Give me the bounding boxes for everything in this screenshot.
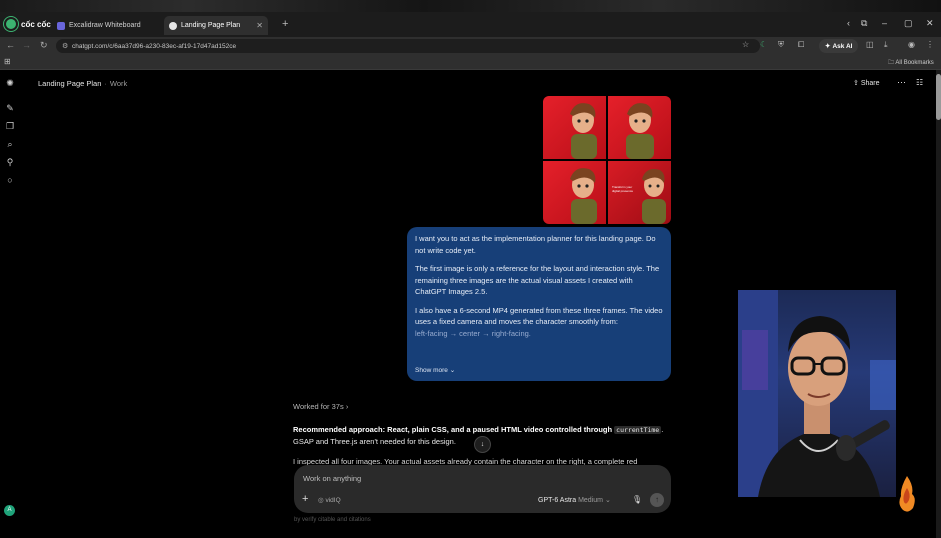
attached-image-1[interactable] [543, 96, 606, 159]
project-label[interactable]: Work [110, 79, 127, 88]
search-icon[interactable]: ⌕ [5, 139, 15, 150]
share-button[interactable]: ⇪ Share [853, 79, 880, 87]
user-message-bubble: I want you to act as the implementation … [407, 227, 671, 381]
inline-code: currentTime [614, 426, 662, 434]
all-bookmarks-label: All Bookmarks [895, 60, 934, 66]
scroll-down-button[interactable]: ↓ [474, 436, 491, 453]
presenter-video [738, 290, 896, 497]
pin-icon[interactable]: ⚲ [5, 157, 15, 168]
chevron-down-icon: ⌄ [604, 497, 611, 504]
chatgpt-favicon-icon [169, 21, 177, 30]
user-avatar[interactable]: A [4, 505, 15, 516]
bookmarks-bar: ⊞ 🗀 All Bookmarks [0, 55, 941, 70]
folder-icon: 🗀 [888, 60, 895, 66]
breadcrumb: Landing Page Plan · Work [38, 79, 128, 88]
vidiq-icon: ◎ [318, 497, 324, 504]
bookmark-star-icon[interactable]: ☆ [742, 40, 749, 49]
ask-ai-button[interactable]: ✦ Ask AI [819, 39, 859, 53]
character-illustration [570, 168, 597, 224]
browser-brand[interactable]: cốc cốc [4, 17, 51, 31]
send-button[interactable]: ↑ [650, 493, 664, 507]
microphone-icon[interactable]: 🎙 [632, 495, 642, 504]
reload-icon[interactable]: ↻ [40, 40, 48, 51]
ask-ai-label: Ask AI [832, 42, 853, 50]
canvas-toggle-icon[interactable]: ☷ [916, 78, 923, 87]
maximize-icon[interactable]: ▢ [904, 18, 913, 29]
footer-disclaimer: by verify citable and citations [294, 517, 371, 523]
chevron-right-icon: › [345, 402, 349, 411]
show-more-label: Show more [415, 367, 448, 374]
page-title[interactable]: Landing Page Plan [38, 79, 101, 88]
response-text: GSAP and Three.js aren't needed for this… [293, 437, 456, 446]
attached-image-4[interactable]: Transform your digital presence [608, 161, 671, 224]
chevron-down-icon: ⌄ [449, 367, 456, 374]
character-illustration [570, 103, 597, 159]
share-icon: ⇪ [853, 80, 859, 87]
model-selector[interactable]: GPT-6 Astra Medium ⌄ [538, 496, 611, 504]
scrollbar-thumb[interactable] [936, 74, 941, 120]
reference-headline: Transform your digital presence [612, 185, 634, 193]
menu-icon[interactable]: ⋮ [926, 40, 934, 49]
composer: Work on anything + ◎ vidIQ GPT-6 Astra M… [294, 465, 671, 513]
all-bookmarks-button[interactable]: 🗀 All Bookmarks [888, 58, 934, 68]
tab-search-icon[interactable]: ⧉ [861, 18, 867, 29]
new-chat-icon[interactable]: ✎ [5, 103, 15, 114]
worked-label: Worked for 37s [293, 402, 344, 411]
coccoc-logo-icon [4, 17, 18, 31]
circle-icon[interactable]: ○ [5, 175, 15, 185]
back-history-icon[interactable]: ‹ [847, 18, 850, 28]
tab-label: Landing Page Plan [181, 22, 241, 29]
webcam-overlay [738, 290, 896, 497]
shield-icon[interactable]: ⛨ [778, 40, 784, 50]
character-illustration [626, 103, 654, 159]
tab-landing-page-plan[interactable]: Landing Page Plan ✕ [164, 16, 268, 35]
minimize-icon[interactable]: – [882, 18, 887, 28]
download-icon[interactable]: ⤓ [884, 40, 888, 50]
message-paragraph: I also have a 6-second MP4 generated fro… [415, 305, 663, 327]
flame-logo-icon [899, 476, 915, 512]
share-label: Share [860, 80, 880, 87]
close-tab-icon[interactable]: ✕ [256, 21, 263, 30]
navigation-bar: ← → ↻ ⚙ chatgpt.com/c/6aa37d96-a230-83ec… [0, 37, 941, 55]
profile-avatar-icon[interactable]: ◉ [908, 40, 915, 49]
new-tab-button[interactable]: + [282, 18, 288, 30]
excalidraw-favicon-icon [57, 21, 65, 30]
vidiq-button[interactable]: ◎ vidIQ [318, 496, 341, 504]
apps-grid-icon[interactable]: ⊞ [4, 57, 11, 66]
attached-image-3[interactable] [543, 161, 606, 224]
prompt-input[interactable]: Work on anything [303, 474, 361, 483]
vidiq-label: vidIQ [325, 497, 341, 504]
back-icon[interactable]: ← [6, 40, 15, 50]
brand-label: cốc cốc [21, 19, 51, 29]
url-text: chatgpt.com/c/6aa37d96-a230-83ec-af19-17… [72, 42, 237, 50]
forward-icon[interactable]: → [22, 40, 31, 50]
message-paragraph: The first image is only a reference for … [415, 264, 660, 296]
add-attachment-icon[interactable]: + [302, 493, 308, 505]
model-name: GPT-6 Astra [538, 497, 577, 504]
tab-strip: cốc cốc Excalidraw Whiteboard Landing Pa… [0, 12, 941, 37]
library-icon[interactable]: ❐ [5, 121, 15, 132]
close-window-icon[interactable]: ✕ [926, 18, 934, 29]
moon-extension-icon[interactable]: ☾ [760, 40, 767, 49]
sparkle-icon: ✦ [825, 43, 831, 50]
window-top-edge [0, 0, 941, 12]
effort-label: Medium [578, 497, 603, 504]
response-bold-text: Recommended approach: React, plain CSS, … [293, 425, 613, 434]
address-bar[interactable]: ⚙ chatgpt.com/c/6aa37d96-a230-83ec-af19-… [56, 39, 760, 53]
page-scrollbar[interactable] [936, 70, 941, 538]
tab-excalidraw[interactable]: Excalidraw Whiteboard [52, 16, 156, 35]
openai-logo-icon[interactable]: ✺ [5, 78, 15, 89]
worked-duration-toggle[interactable]: Worked for 37s › [293, 402, 348, 411]
message-paragraph: I want you to act as the implementation … [415, 234, 656, 255]
attached-image-2[interactable] [608, 96, 671, 159]
more-options-icon[interactable]: ⋯ [897, 77, 906, 88]
extensions-icon[interactable]: ⧠ [798, 40, 804, 50]
sidebar-icon[interactable]: ◫ [866, 40, 874, 49]
tab-label: Excalidraw Whiteboard [69, 22, 141, 29]
site-info-icon[interactable]: ⚙ [62, 42, 68, 50]
show-more-button[interactable]: Show more ⌄ [415, 365, 455, 377]
message-faded-line: left-facing → center → right-facing. [415, 328, 531, 338]
